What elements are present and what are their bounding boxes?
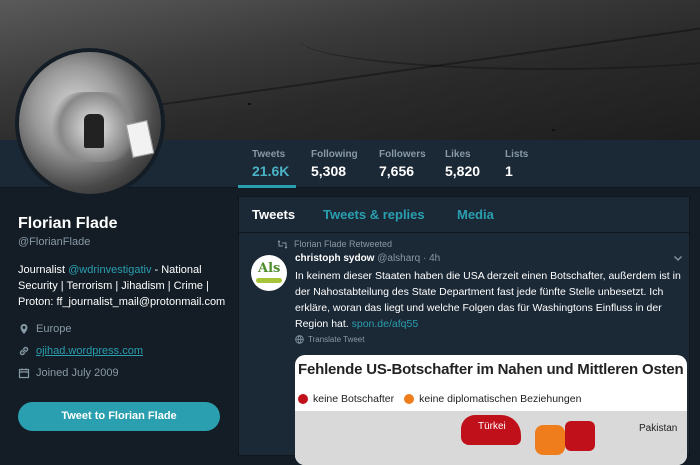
timeline-panel: Tweets Tweets & replies Media Florian Fl…	[238, 196, 690, 465]
stat-label: Lists	[505, 149, 529, 160]
tweet-media-image[interactable]: Fehlende US-Botschafter im Nahen und Mit…	[295, 355, 687, 465]
retweet-indicator: Florian Flade Retweeted	[277, 239, 392, 249]
avatar-logo-text: Als	[258, 261, 281, 276]
joined-row: Joined July 2009	[18, 362, 228, 384]
profile-handle[interactable]: @FlorianFlade	[18, 236, 228, 248]
profile-name[interactable]: Florian Flade	[18, 215, 228, 233]
legend-orange-label: keine diplomatischen Beziehungen	[419, 393, 582, 405]
stat-value: 5,308	[311, 163, 347, 179]
link-icon	[19, 346, 29, 356]
stat-label: Following	[311, 149, 358, 160]
timeline-tabs: Tweets Tweets & replies Media	[239, 197, 689, 233]
stat-value: 21.6K	[252, 163, 290, 179]
stat-value: 5,820	[445, 163, 481, 179]
stat-lists[interactable]: Lists 1	[505, 149, 528, 179]
legend-orange-dot	[404, 394, 415, 404]
tweet-link[interactable]: spon.de/afq55	[352, 318, 419, 330]
tweet-time[interactable]: · 4h	[423, 253, 440, 264]
profile-avatar[interactable]	[15, 48, 165, 198]
globe-icon	[295, 335, 304, 344]
active-stat-indicator	[238, 185, 296, 188]
profile-card: Florian Flade @FlorianFlade Journalist @…	[18, 215, 228, 384]
stat-label: Tweets	[252, 149, 286, 160]
location-row: Europe	[18, 318, 228, 340]
tab-media[interactable]: Media	[457, 207, 494, 222]
media-map: Türkei Pakistan	[295, 411, 687, 465]
translate-tweet[interactable]: Translate Tweet	[295, 335, 364, 344]
location-pin-icon	[20, 324, 28, 334]
profile-bio: Journalist @wdrinvestigativ - National S…	[18, 262, 228, 310]
legend-red-dot	[298, 394, 308, 404]
legend-red-label: keine Botschafter	[313, 393, 395, 405]
translate-label: Translate Tweet	[308, 335, 365, 344]
profile-meta: Europe ojihad.wordpress.com Joined July …	[18, 318, 228, 384]
map-label-turkey: Türkei	[478, 421, 506, 432]
stat-followers[interactable]: Followers 7,656	[379, 149, 426, 179]
map-label-pakistan: Pakistan	[639, 423, 678, 434]
stat-label: Followers	[379, 149, 426, 160]
website-link[interactable]: ojihad.wordpress.com	[36, 345, 143, 357]
calendar-icon	[18, 368, 30, 379]
tweet-text: In keinem dieser Staaten haben die USA d…	[295, 268, 685, 332]
tab-tweets-replies[interactable]: Tweets & replies	[323, 207, 425, 222]
website-row: ojihad.wordpress.com	[18, 340, 228, 362]
tweet-author-avatar[interactable]: Als	[251, 255, 287, 291]
bio-mention-link[interactable]: @wdrinvestigativ	[68, 264, 151, 276]
tweet-to-button[interactable]: Tweet to Florian Flade	[18, 402, 220, 431]
stat-value: 7,656	[379, 163, 415, 179]
retweet-text[interactable]: Florian Flade Retweeted	[294, 239, 392, 249]
bio-text: Journalist	[18, 264, 69, 276]
stat-likes[interactable]: Likes 5,820	[445, 149, 480, 179]
stat-label: Likes	[445, 149, 471, 160]
tweet-header: christoph sydow @alsharq · 4h	[295, 253, 440, 264]
map-region-red	[565, 421, 595, 451]
joined-text: Joined July 2009	[36, 367, 119, 379]
tweet-author-name[interactable]: christoph sydow	[295, 253, 374, 264]
retweet-icon	[277, 239, 288, 249]
stat-tweets[interactable]: Tweets 21.6K	[252, 149, 289, 179]
media-legend: keine Botschafter keine diplomatischen B…	[298, 393, 581, 405]
chevron-down-icon[interactable]	[673, 253, 683, 263]
map-region-orange	[535, 425, 565, 455]
media-title: Fehlende US-Botschafter im Nahen und Mit…	[298, 361, 684, 378]
stat-following[interactable]: Following 5,308	[311, 149, 358, 179]
location-text: Europe	[36, 323, 72, 335]
stat-value: 1	[505, 163, 513, 179]
tweet-author-handle[interactable]: @alsharq	[377, 253, 420, 264]
tab-tweets[interactable]: Tweets	[252, 207, 295, 222]
